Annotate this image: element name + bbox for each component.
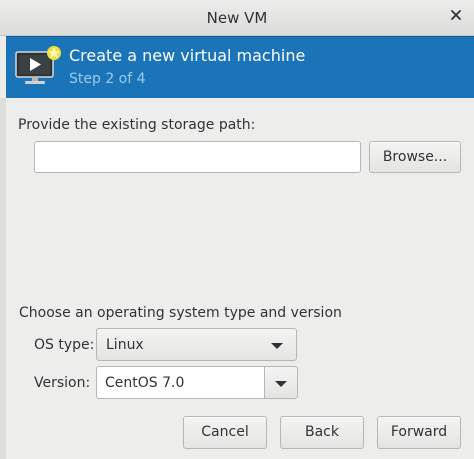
chevron-down-icon [271,343,283,349]
forward-button[interactable]: Forward [377,416,461,449]
cancel-button[interactable]: Cancel [183,416,267,449]
window-titlebar: New VM [0,0,474,36]
os-section-label: Choose an operating system type and vers… [19,305,342,321]
cancel-button-label: Cancel [201,424,249,440]
os-version-value[interactable]: CentOS 7.0 [105,375,184,391]
close-icon[interactable] [448,8,464,24]
window-title: New VM [206,9,268,27]
back-button[interactable]: Back [280,416,364,449]
os-type-label: OS type: [34,337,95,353]
back-button-label: Back [305,424,339,440]
os-version-dropdown-button[interactable] [264,367,297,398]
forward-button-label: Forward [390,424,448,440]
new-vm-monitor-icon [12,43,64,91]
chevron-down-icon [275,381,287,387]
wizard-heading: Create a new virtual machine [69,46,306,65]
browse-button-label: Browse... [382,149,448,165]
os-version-combobox[interactable]: CentOS 7.0 [96,366,298,399]
window-left-edge [0,98,6,459]
storage-path-label: Provide the existing storage path: [18,117,256,133]
storage-path-input[interactable] [34,141,361,173]
os-version-label: Version: [34,375,91,391]
os-type-value: Linux [106,337,144,353]
os-type-dropdown[interactable]: Linux [96,328,297,361]
wizard-header-banner: Create a new virtual machine Step 2 of 4 [6,36,474,98]
wizard-step-indicator: Step 2 of 4 [69,71,146,87]
browse-button[interactable]: Browse... [369,141,461,173]
